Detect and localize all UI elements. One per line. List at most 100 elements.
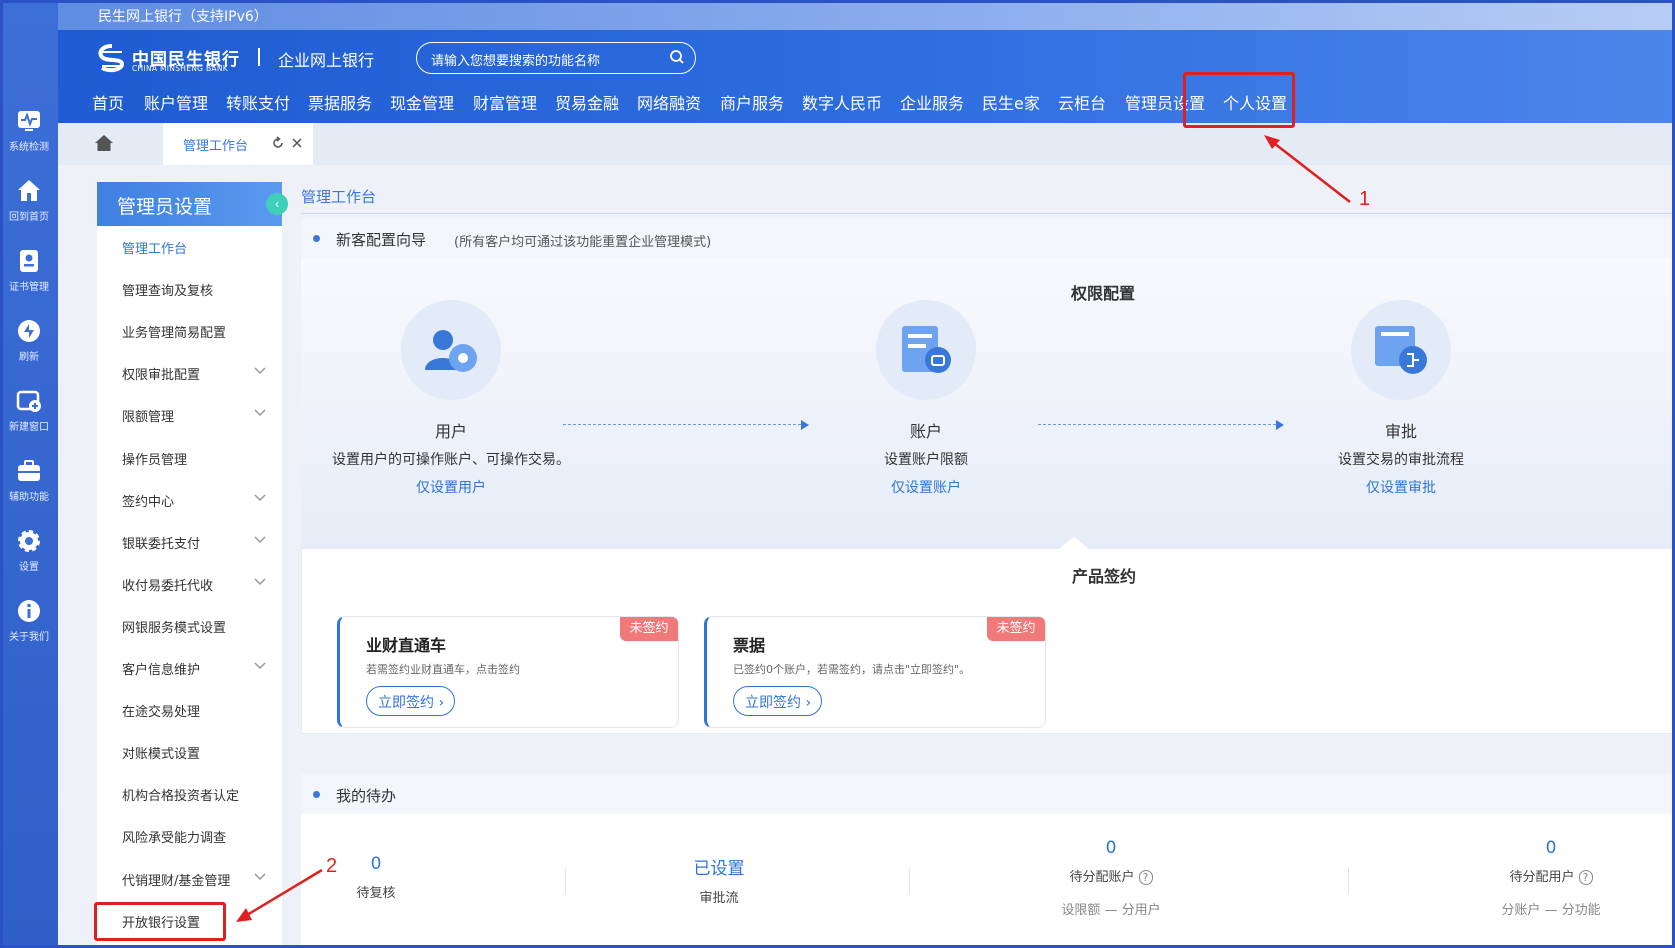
rail-label: 回到首页 bbox=[9, 212, 49, 223]
nav-accounts[interactable]: 账户管理 bbox=[144, 90, 208, 114]
todo-unassigned-accounts[interactable]: 0 待分配账户 ? 设限额 — 分用户 bbox=[1031, 838, 1191, 918]
step-approval: 审批 设置交易的审批流程 仅设置审批 bbox=[1251, 300, 1551, 497]
permission-config-panel: 权限配置 用户 设置用户的可操作账户、可操作交易。 仅设置用户 账户 设置账户限… bbox=[301, 258, 1675, 548]
pointer-notch bbox=[1059, 537, 1089, 549]
sidebar-item[interactable]: 客户信息维护 bbox=[97, 648, 282, 688]
annotation-arrow-1 bbox=[1264, 135, 1351, 203]
sidebar-item[interactable]: 业务管理简易配置 bbox=[97, 311, 282, 351]
sidebar-item-label: 对账模式设置 bbox=[122, 747, 201, 763]
new-window-icon bbox=[16, 390, 41, 412]
rail-label: 系统检测 bbox=[9, 142, 49, 153]
nav-ehome[interactable]: 民生e家 bbox=[982, 90, 1040, 114]
todo-label-text: 待分配账户 bbox=[1069, 870, 1135, 885]
chevron-down-icon bbox=[254, 367, 266, 375]
search-icon[interactable] bbox=[669, 49, 685, 65]
rail-certificate[interactable]: 证书管理 bbox=[0, 248, 58, 308]
set-user-only-link[interactable]: 仅设置用户 bbox=[301, 477, 601, 497]
guide-section-header: 新客配置向导 (所有客户均可通过该功能重置企业管理模式) bbox=[301, 218, 1675, 258]
sidebar-item[interactable]: 银联委托支付 bbox=[97, 522, 282, 562]
function-search-input[interactable]: 请输入您想要搜索的功能名称 bbox=[416, 42, 696, 74]
gear-icon bbox=[18, 530, 40, 552]
set-account-only-link[interactable]: 仅设置账户 bbox=[776, 477, 1076, 497]
approval-flow-icon bbox=[1351, 300, 1451, 400]
sidebar-title-text: 管理员设置 bbox=[117, 196, 213, 218]
certificate-icon bbox=[20, 250, 38, 272]
toolbox-icon bbox=[18, 460, 40, 481]
sidebar-item-label: 风险承受能力调查 bbox=[122, 831, 227, 847]
status-badge: 未签约 bbox=[987, 617, 1045, 641]
rail-new-window[interactable]: 新建窗口 bbox=[0, 388, 58, 448]
rail-settings[interactable]: 设置 bbox=[0, 528, 58, 588]
sidebar-item[interactable]: 权限审批配置 bbox=[97, 353, 282, 393]
bullet-icon bbox=[313, 791, 320, 798]
nav-transfer[interactable]: 转账支付 bbox=[226, 90, 290, 114]
sidebar-item[interactable]: 操作员管理 bbox=[97, 438, 282, 478]
divider bbox=[909, 868, 910, 894]
guide-title: 新客配置向导 bbox=[336, 231, 427, 249]
card-desc: 已签约0个账户，若需签约，请点击"立即签约"。 bbox=[733, 663, 971, 676]
tab-admin-workbench[interactable]: 管理工作台 bbox=[163, 123, 313, 165]
step-desc: 设置账户限额 bbox=[884, 452, 968, 468]
sign-now-button[interactable]: 立即签约 › bbox=[733, 686, 823, 716]
nav-digital-rmb[interactable]: 数字人民币 bbox=[802, 90, 882, 114]
todo-value: 0 bbox=[1105, 838, 1117, 858]
help-icon[interactable]: ? bbox=[1138, 870, 1153, 885]
tab-bar: 管理工作台 bbox=[58, 123, 1675, 165]
rail-refresh[interactable]: 刷新 bbox=[0, 318, 58, 378]
nav-cloud-counter[interactable]: 云柜台 bbox=[1058, 90, 1106, 114]
home-tab-icon[interactable] bbox=[94, 134, 114, 152]
nav-online-finance[interactable]: 网络融资 bbox=[637, 90, 701, 114]
bank-logo-icon bbox=[98, 44, 125, 73]
sign-now-button[interactable]: 立即签约 › bbox=[366, 686, 456, 716]
sidebar-item[interactable]: 管理工作台 bbox=[97, 227, 282, 267]
rail-assist[interactable]: 辅助功能 bbox=[0, 458, 58, 518]
rail-label: 设置 bbox=[19, 562, 39, 573]
sidebar-item[interactable]: 风险承受能力调查 bbox=[97, 816, 282, 856]
nav-enterprise[interactable]: 企业服务 bbox=[900, 90, 964, 114]
window-title: 民生网上银行（支持IPv6） bbox=[98, 9, 268, 25]
sidebar-title: 管理员设置 ‹ bbox=[97, 182, 288, 226]
todo-unassigned-users[interactable]: 0 待分配用户 ? 分账户 — 分功能 bbox=[1471, 838, 1631, 918]
nav-merchant[interactable]: 商户服务 bbox=[720, 90, 784, 114]
nav-cash[interactable]: 现金管理 bbox=[390, 90, 454, 114]
sidebar-item[interactable]: 限额管理 bbox=[97, 395, 282, 435]
help-icon[interactable]: ? bbox=[1578, 870, 1593, 885]
nav-bills[interactable]: 票据服务 bbox=[308, 90, 372, 114]
chevron-down-icon bbox=[254, 578, 266, 585]
nav-home[interactable]: 首页 bbox=[92, 90, 124, 114]
refresh-icon[interactable] bbox=[271, 136, 285, 150]
set-approval-only-link[interactable]: 仅设置审批 bbox=[1251, 477, 1551, 497]
rail-home[interactable]: 回到首页 bbox=[0, 178, 58, 238]
search-placeholder: 请输入您想要搜索的功能名称 bbox=[431, 54, 601, 69]
rail-system-check[interactable]: 系统检测 bbox=[0, 108, 58, 168]
rail-about[interactable]: 关于我们 bbox=[0, 598, 58, 658]
nav-trade-finance[interactable]: 贸易金融 bbox=[555, 90, 619, 114]
collapse-sidebar-button[interactable]: ‹ bbox=[266, 193, 288, 215]
close-icon[interactable] bbox=[290, 136, 304, 150]
rail-label: 辅助功能 bbox=[9, 492, 49, 503]
nav-wealth[interactable]: 财富管理 bbox=[473, 90, 537, 114]
sidebar-item[interactable]: 网银服务模式设置 bbox=[97, 606, 282, 646]
flow-arrow bbox=[1038, 424, 1276, 426]
sidebar-item[interactable]: 收付易委托代收 bbox=[97, 564, 282, 604]
rail-label: 刷新 bbox=[19, 352, 39, 363]
sidebar-item[interactable]: 管理查询及复核 bbox=[97, 269, 282, 309]
todo-pending-review[interactable]: 0 待复核 bbox=[336, 854, 416, 901]
sidebar-item-label: 管理查询及复核 bbox=[122, 284, 214, 300]
flow-arrow bbox=[563, 424, 801, 426]
status-badge: 未签约 bbox=[620, 617, 678, 641]
product-name: 企业网上银行 bbox=[278, 51, 375, 70]
divider bbox=[1348, 868, 1349, 894]
annotation-label-1: 1 bbox=[1359, 188, 1371, 210]
page-title: 管理工作台 bbox=[301, 188, 377, 206]
todo-approval-flow[interactable]: 已设置 审批流 bbox=[659, 854, 779, 906]
chevron-right-icon: › bbox=[805, 695, 812, 711]
sidebar-item[interactable]: 签约中心 bbox=[97, 480, 282, 520]
sidebar-item[interactable]: 机构合格投资者认定 bbox=[97, 774, 282, 814]
sidebar-item[interactable]: 对账模式设置 bbox=[97, 732, 282, 772]
todo-title: 我的待办 bbox=[336, 787, 397, 805]
button-label: 立即签约 bbox=[378, 695, 434, 711]
button-label: 立即签约 bbox=[745, 695, 801, 711]
sidebar-item[interactable]: 在途交易处理 bbox=[97, 690, 282, 730]
step-title: 用户 bbox=[434, 422, 467, 441]
